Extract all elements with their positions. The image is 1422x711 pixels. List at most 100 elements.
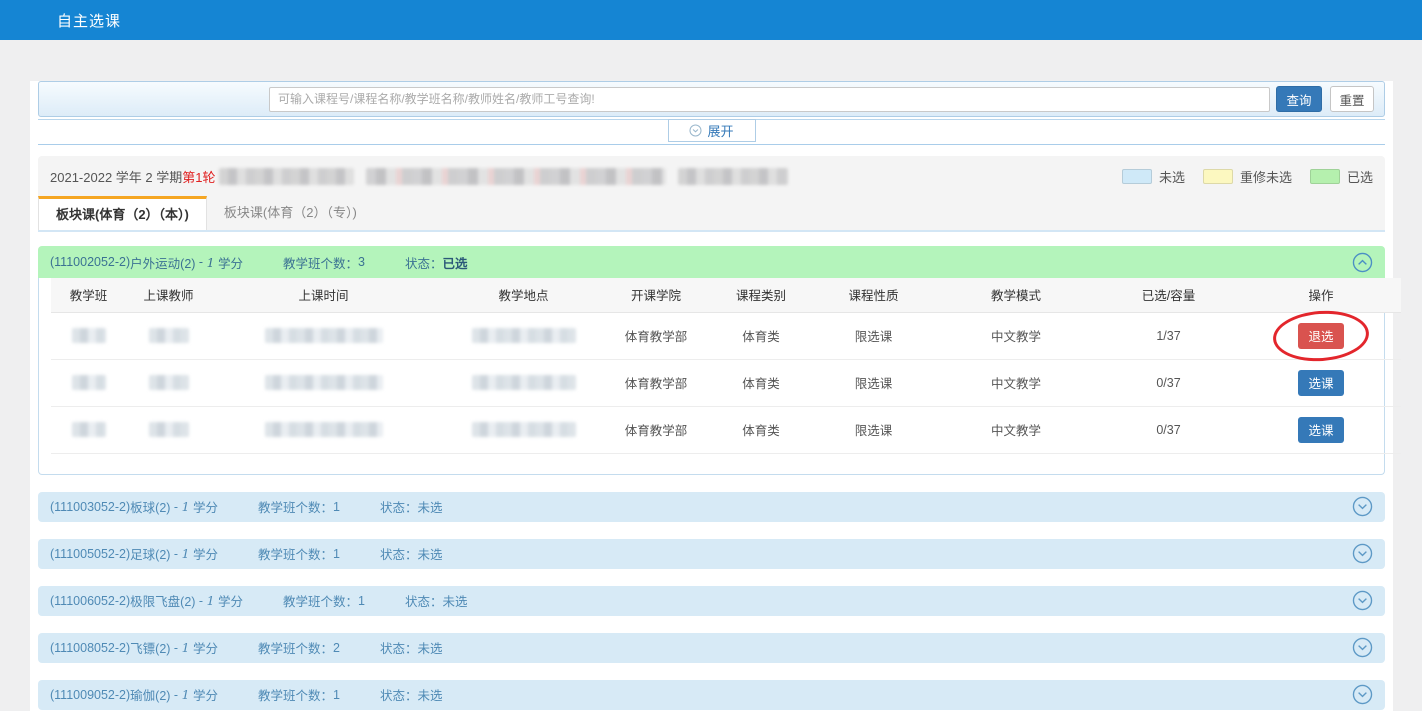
tab-pe-college[interactable]: 板块课(体育（2）（专）) (207, 196, 374, 230)
expand-course-toggle[interactable] (1352, 543, 1373, 564)
course-bar-darts[interactable]: (111008052-2) 飞镖(2) - 1 学分 教学班个数： 2 状态： … (38, 633, 1385, 663)
redacted-place (472, 328, 576, 343)
chevron-down-circle-icon (1352, 684, 1373, 705)
course-name: 瑜伽(2) (130, 685, 170, 704)
status-label: 状态： (405, 591, 443, 610)
semester-text: 2021-2022 学年 2 学期 (50, 167, 182, 186)
collapse-toggle[interactable] (1352, 252, 1373, 273)
tab-pe-undergrad[interactable]: 板块课(体育（2）（本）) (38, 196, 207, 230)
category-cell: 体育类 (711, 359, 811, 406)
withdraw-button[interactable]: 退选 (1298, 323, 1344, 349)
semester-section: 2021-2022 学年 2 学期 第1轮 未选 重修未选 已选 (38, 156, 1385, 232)
status-label: 状态： (380, 685, 418, 704)
semester-row: 2021-2022 学年 2 学期 第1轮 未选 重修未选 已选 (38, 156, 1385, 196)
select-button[interactable]: 选课 (1298, 370, 1344, 396)
course-bar-frisbee[interactable]: (111006052-2) 极限飞盘(2) - 1 学分 教学班个数： 1 状态… (38, 586, 1385, 616)
class-table-container: 教学班 上课教师 上课时间 教学地点 开课学院 课程类别 课程性质 教学模式 已… (38, 278, 1385, 475)
chevron-up-circle-icon (1352, 252, 1373, 273)
query-button[interactable]: 查询 (1276, 86, 1322, 112)
col-mode: 教学模式 (936, 278, 1096, 312)
credit-suffix: 学分 (218, 591, 243, 610)
class-count-value: 2 (333, 641, 340, 655)
legend-label: 重修未选 (1240, 167, 1292, 186)
round-badge: 第1轮 (182, 167, 215, 186)
status-legend: 未选 重修未选 已选 (1122, 167, 1373, 186)
course-credit: 1 (182, 499, 190, 514)
course-card-outdoor: (111002052-2) 户外运动(2) - 1 学分 教学班个数： 3 状态… (38, 246, 1385, 475)
course-name: 极限飞盘(2) (130, 591, 195, 610)
course-code: (111006052-2) (50, 594, 130, 608)
expand-course-toggle[interactable] (1352, 496, 1373, 517)
course-credit: 1 (182, 640, 190, 655)
redacted-teacher (149, 375, 189, 390)
status-label: 状态： (380, 638, 418, 657)
select-button[interactable]: 选课 (1298, 417, 1344, 443)
page-title: 自主选课 (57, 10, 121, 31)
credit-suffix: 学分 (218, 253, 243, 272)
redacted-time (265, 375, 383, 390)
col-time: 上课时间 (211, 278, 416, 312)
nature-cell: 限选课 (811, 359, 936, 406)
capacity-cell: 0/37 (1096, 406, 1241, 453)
course-code: (111002052-2) (50, 255, 130, 269)
class-table: 教学班 上课教师 上课时间 教学地点 开课学院 课程类别 课程性质 教学模式 已… (51, 278, 1401, 454)
course-code: (111003052-2) (50, 500, 130, 514)
redacted-time (265, 328, 383, 343)
unselected-swatch (1122, 169, 1152, 184)
redacted-info-block (678, 168, 788, 185)
expand-course-toggle[interactable] (1352, 637, 1373, 658)
col-nature: 课程性质 (811, 278, 936, 312)
nature-cell: 限选课 (811, 312, 936, 359)
status-value: 未选 (418, 638, 443, 657)
class-count-value: 3 (358, 255, 365, 269)
course-name: 飞镖(2) (130, 638, 170, 657)
legend-unselected: 未选 (1122, 167, 1185, 186)
class-count-label: 教学班个数： (283, 253, 358, 272)
college-cell: 体育教学部 (601, 312, 711, 359)
expand-label: 展开 (707, 121, 733, 140)
course-code: (111008052-2) (50, 641, 130, 655)
legend-selected: 已选 (1310, 167, 1373, 186)
course-header-selected[interactable]: (111002052-2) 户外运动(2) - 1 学分 教学班个数： 3 状态… (38, 246, 1385, 278)
table-row: 体育教学部 体育类 限选课 中文教学 0/37 选课 (51, 406, 1401, 453)
credit-suffix: 学分 (193, 638, 218, 657)
col-college: 开课学院 (601, 278, 711, 312)
course-name: 板球(2) (130, 497, 170, 516)
status-label: 状态： (405, 253, 443, 272)
class-count-value: 1 (333, 547, 340, 561)
mode-cell: 中文教学 (936, 359, 1096, 406)
redacted-info-block (219, 168, 354, 185)
course-code: (111009052-2) (50, 688, 130, 702)
status-value: 已选 (443, 253, 468, 272)
expand-course-toggle[interactable] (1352, 590, 1373, 611)
college-cell: 体育教学部 (601, 406, 711, 453)
redacted-info-block (366, 168, 666, 185)
content-panel: 查询 重置 展开 2021-2022 学年 2 学期 第1轮 未选 (30, 81, 1393, 711)
status-value: 未选 (418, 497, 443, 516)
chevron-down-circle-icon (1352, 590, 1373, 611)
redacted-place (472, 422, 576, 437)
nature-cell: 限选课 (811, 406, 936, 453)
redacted-teacher (149, 422, 189, 437)
class-count-value: 1 (333, 688, 340, 702)
col-action: 操作 (1241, 278, 1401, 312)
redacted-time (265, 422, 383, 437)
search-input[interactable] (269, 87, 1270, 112)
class-count-label: 教学班个数： (283, 591, 358, 610)
table-header-row: 教学班 上课教师 上课时间 教学地点 开课学院 课程类别 课程性质 教学模式 已… (51, 278, 1401, 312)
credit-suffix: 学分 (193, 497, 218, 516)
course-bar-yoga[interactable]: (111009052-2) 瑜伽(2) - 1 学分 教学班个数： 1 状态： … (38, 680, 1385, 710)
category-cell: 体育类 (711, 406, 811, 453)
expand-toggle[interactable]: 展开 (668, 119, 756, 142)
col-capacity: 已选/容量 (1096, 278, 1241, 312)
col-class: 教学班 (51, 278, 126, 312)
course-bar-cricket[interactable]: (111003052-2) 板球(2) - 1 学分 教学班个数： 1 状态： … (38, 492, 1385, 522)
course-name: 足球(2) (130, 544, 170, 563)
mode-cell: 中文教学 (936, 312, 1096, 359)
redacted-class-id (72, 422, 106, 437)
course-credit: 1 (207, 255, 215, 270)
course-bar-soccer[interactable]: (111005052-2) 足球(2) - 1 学分 教学班个数： 1 状态： … (38, 539, 1385, 569)
expand-course-toggle[interactable] (1352, 684, 1373, 705)
reset-button[interactable]: 重置 (1330, 86, 1374, 112)
mode-cell: 中文教学 (936, 406, 1096, 453)
